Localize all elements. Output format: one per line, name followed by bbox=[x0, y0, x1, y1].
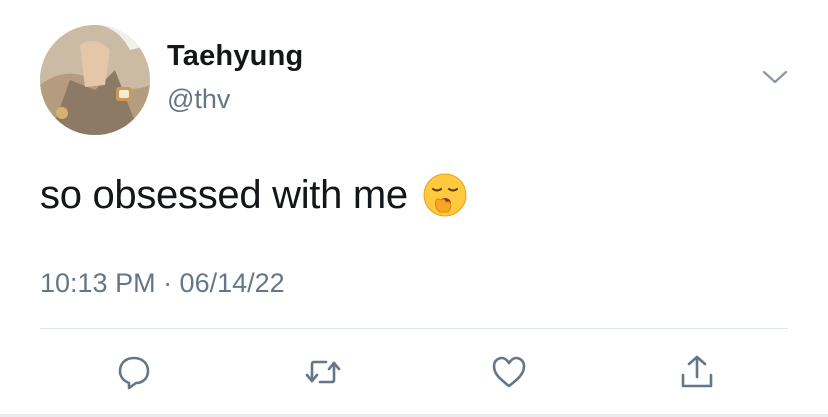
retweet-button[interactable] bbox=[303, 352, 343, 392]
share-icon bbox=[681, 355, 713, 388]
yawning-face-emoji bbox=[422, 172, 468, 218]
tweet-text-row: so obsessed with me bbox=[40, 172, 468, 218]
display-name[interactable]: Taehyung bbox=[167, 40, 303, 73]
reply-button[interactable] bbox=[114, 352, 154, 392]
like-button[interactable] bbox=[489, 352, 529, 392]
divider bbox=[40, 328, 788, 329]
user-handle[interactable]: @thv bbox=[167, 84, 230, 115]
tweet-timestamp[interactable]: 10:13 PM · 06/14/22 bbox=[40, 268, 285, 299]
retweet-icon bbox=[305, 360, 341, 384]
share-button[interactable] bbox=[677, 352, 717, 392]
chevron-down-icon[interactable] bbox=[760, 66, 790, 88]
avatar[interactable] bbox=[40, 25, 150, 135]
heart-icon bbox=[492, 356, 526, 388]
tweet-text: so obsessed with me bbox=[40, 172, 408, 217]
reply-icon bbox=[118, 356, 150, 390]
